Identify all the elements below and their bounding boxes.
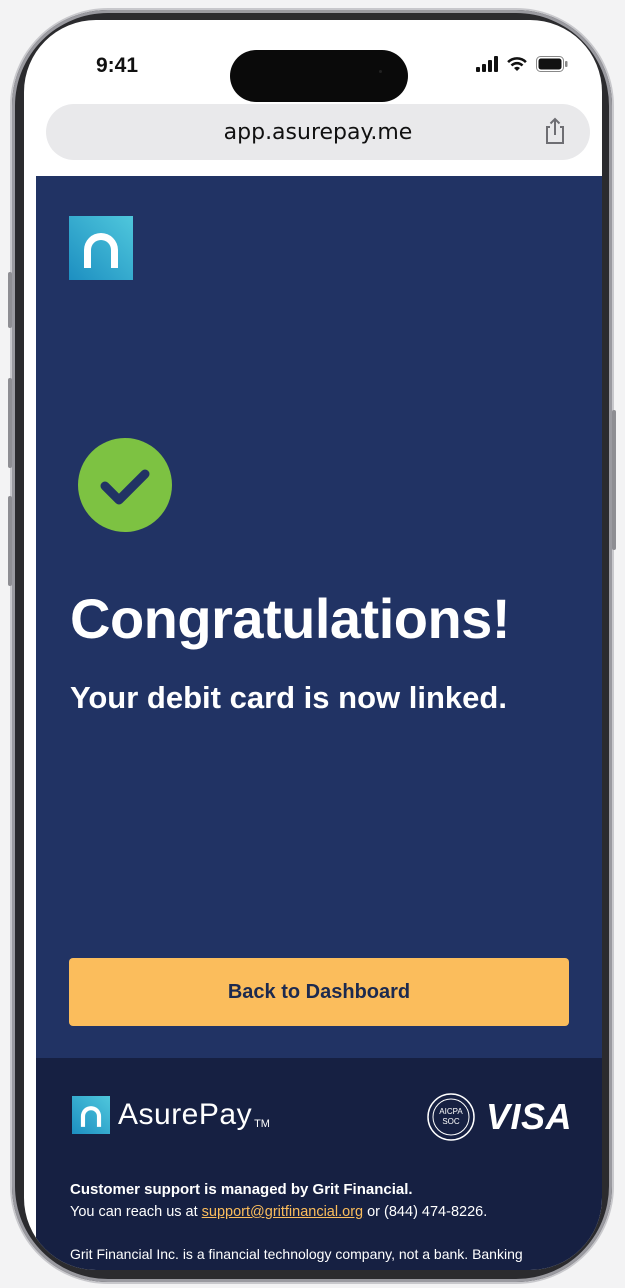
dynamic-island [230,50,408,102]
status-bar: 9:41 [24,20,602,102]
brand-name: AsurePay [118,1098,253,1131]
wifi-icon [507,57,527,71]
action-button [8,272,12,328]
asurepay-logo-icon [69,216,133,280]
volume-up-button [8,378,12,468]
battery-icon [536,56,568,72]
badge-soc-text: SOC [442,1117,460,1126]
page-title: Congratulations! [70,587,510,650]
phone-screen: 9:41 app.asurepay.me Congratulations! Yo… [24,20,602,1270]
page-subtitle: Your debit card is now linked. [70,680,507,715]
power-button [612,410,616,550]
back-to-dashboard-button[interactable]: Back to Dashboard [69,958,569,1026]
volume-down-button [8,496,12,586]
address-bar[interactable]: app.asurepay.me [46,104,590,160]
disclaimer-text: Grit Financial Inc. is a financial techn… [70,1246,523,1262]
support-contact: You can reach us at support@gritfinancia… [70,1204,487,1220]
badge-aicpa-text: AICPA [439,1107,463,1116]
confirmation-panel: Congratulations! Your debit card is now … [36,176,602,1058]
support-prefix: You can reach us at [70,1204,202,1220]
support-title: Customer support is managed by Grit Fina… [70,1181,413,1198]
url-text: app.asurepay.me [223,120,413,145]
visa-logo: VISA [486,1096,573,1137]
brand-trademark: TM [254,1118,270,1130]
status-icons [476,56,568,72]
status-time: 9:41 [96,54,139,77]
asurepay-logo-icon [72,1096,110,1134]
footer-brand: AsurePay TM [72,1096,270,1134]
signal-icon [476,56,498,72]
support-email-link[interactable]: support@gritfinancial.org [202,1204,363,1220]
aicpa-soc-badge-icon: AICPA SOC [427,1093,475,1141]
footer: AsurePay TM AICPA SOC VISA Customer supp… [36,1058,602,1270]
success-check-icon [78,438,172,532]
support-phone: or (844) 474-8226. [363,1204,488,1220]
share-icon[interactable] [542,116,568,146]
